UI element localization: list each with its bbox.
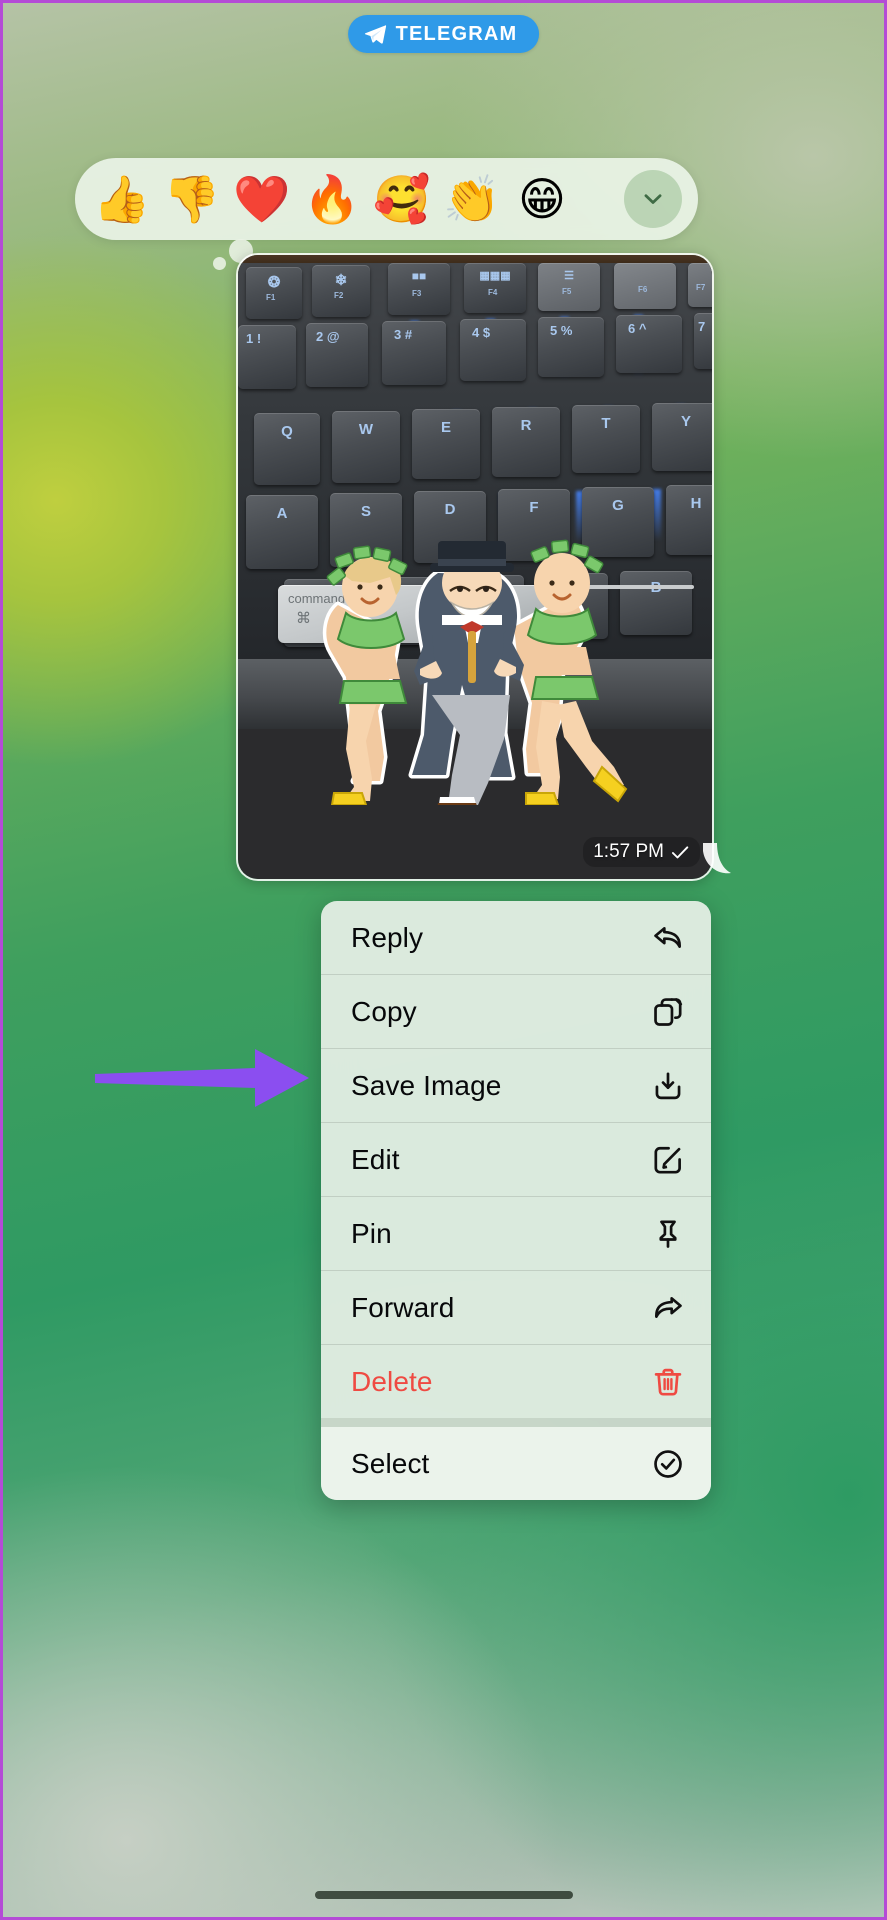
menu-item-delete-label: Delete <box>351 1365 433 1397</box>
telegram-plane-icon <box>364 24 386 44</box>
menu-item-pin-label: Pin <box>351 1217 392 1249</box>
reaction-bar[interactable]: 👍 👎 ❤️ 🔥 🥰 👏 😁 <box>75 158 698 240</box>
menu-item-pin[interactable]: Pin <box>321 1197 711 1270</box>
key-5: 5 % <box>538 317 604 377</box>
key-t: T <box>572 405 640 473</box>
keyboard-photo: ❂ F1 ❄ F2 ■■ F3 ▦▦▦ F4 ☰ F5 F6 F7 1 ! 2 @ 3 #… <box>238 255 712 879</box>
reaction-red-heart[interactable]: ❤️ <box>227 164 297 234</box>
menu-item-save-image[interactable]: Save Image <box>321 1049 711 1122</box>
reply-arrow-icon <box>651 921 685 955</box>
telegram-badge: TELEGRAM <box>347 15 540 53</box>
key-f2: ❄ F2 <box>312 265 370 317</box>
menu-item-copy[interactable]: Copy <box>321 975 711 1048</box>
reaction-grinning-face[interactable]: 😁 <box>507 164 577 234</box>
key-f4: ▦▦▦ F4 <box>464 263 526 313</box>
edit-pencil-icon <box>651 1143 685 1177</box>
chevron-down-icon <box>644 194 662 204</box>
single-check-icon <box>671 846 689 859</box>
key-f7: F7 <box>688 263 712 307</box>
menu-item-edit-label: Edit <box>351 1143 400 1175</box>
monopoly-dancers-sticker <box>322 539 628 805</box>
key-1: 1 ! <box>238 325 296 389</box>
key-6: 6 ^ <box>616 315 682 373</box>
trash-icon <box>651 1365 685 1399</box>
menu-item-reply-label: Reply <box>351 921 424 953</box>
key-f6: F6 <box>614 263 676 309</box>
key-w: W <box>332 411 400 483</box>
key-2: 2 @ <box>306 323 368 387</box>
pin-icon <box>651 1217 685 1251</box>
menu-item-select[interactable]: Select <box>321 1427 711 1500</box>
reaction-thumbs-up[interactable]: 👍 <box>87 164 157 234</box>
key-f5: ☰ F5 <box>538 263 600 311</box>
reaction-smiling-face-with-hearts[interactable]: 🥰 <box>367 164 437 234</box>
key-7: 7 <box>694 313 712 369</box>
message-context-menu[interactable]: Reply Copy Save Image Edit Pin Forward D… <box>321 901 711 1500</box>
context-menu-group-divider <box>321 1418 711 1427</box>
timestamp-text: 1:57 PM <box>593 841 664 862</box>
key-f3: ■■ F3 <box>388 263 450 315</box>
key-q: Q <box>254 413 320 485</box>
photo-message-bubble[interactable]: ❂ F1 ❄ F2 ■■ F3 ▦▦▦ F4 ☰ F5 F6 F7 1 ! 2 @ 3 #… <box>236 253 714 881</box>
home-indicator-bar <box>314 1891 573 1899</box>
menu-item-copy-label: Copy <box>351 995 417 1027</box>
menu-item-forward[interactable]: Forward <box>321 1271 711 1344</box>
key-h: H <box>666 485 712 555</box>
telegram-badge-label: TELEGRAM <box>395 22 518 45</box>
menu-item-forward-label: Forward <box>351 1291 455 1323</box>
menu-item-reply[interactable]: Reply <box>321 901 711 974</box>
check-circle-icon <box>651 1447 685 1481</box>
key-a: A <box>246 495 318 569</box>
bubble-tail <box>703 843 731 874</box>
reaction-expand-button[interactable] <box>624 170 682 228</box>
menu-item-select-label: Select <box>351 1447 430 1479</box>
context-menu-group-primary: Reply Copy Save Image Edit Pin Forward D… <box>321 901 711 1418</box>
key-e: E <box>412 409 480 479</box>
reaction-clapping-hands[interactable]: 👏 <box>437 164 507 234</box>
menu-item-edit[interactable]: Edit <box>321 1123 711 1196</box>
context-menu-group-secondary: Select <box>321 1427 711 1500</box>
key-r: R <box>492 407 560 477</box>
download-icon <box>651 1069 685 1103</box>
key-y: Y <box>652 403 712 471</box>
highlight-arrow <box>95 1049 309 1107</box>
screenshot-frame: TELEGRAM 👍 👎 ❤️ 🔥 🥰 👏 😁 ❂ F1 ❄ F2 ■■ F3 … <box>0 0 887 1920</box>
reaction-bar-tail-small <box>213 257 226 270</box>
key-3: 3 # <box>382 321 446 385</box>
reaction-fire[interactable]: 🔥 <box>297 164 367 234</box>
key-f1: ❂ F1 <box>246 267 302 319</box>
command-glyph-icon: ⌘ <box>296 610 311 627</box>
menu-item-delete[interactable]: Delete <box>321 1345 711 1418</box>
menu-item-save-image-label: Save Image <box>351 1069 502 1101</box>
forward-arrow-icon <box>651 1291 685 1325</box>
reaction-thumbs-down[interactable]: 👎 <box>157 164 227 234</box>
key-4: 4 $ <box>460 319 526 381</box>
copy-icon <box>651 995 685 1029</box>
message-timestamp: 1:57 PM <box>583 837 700 867</box>
